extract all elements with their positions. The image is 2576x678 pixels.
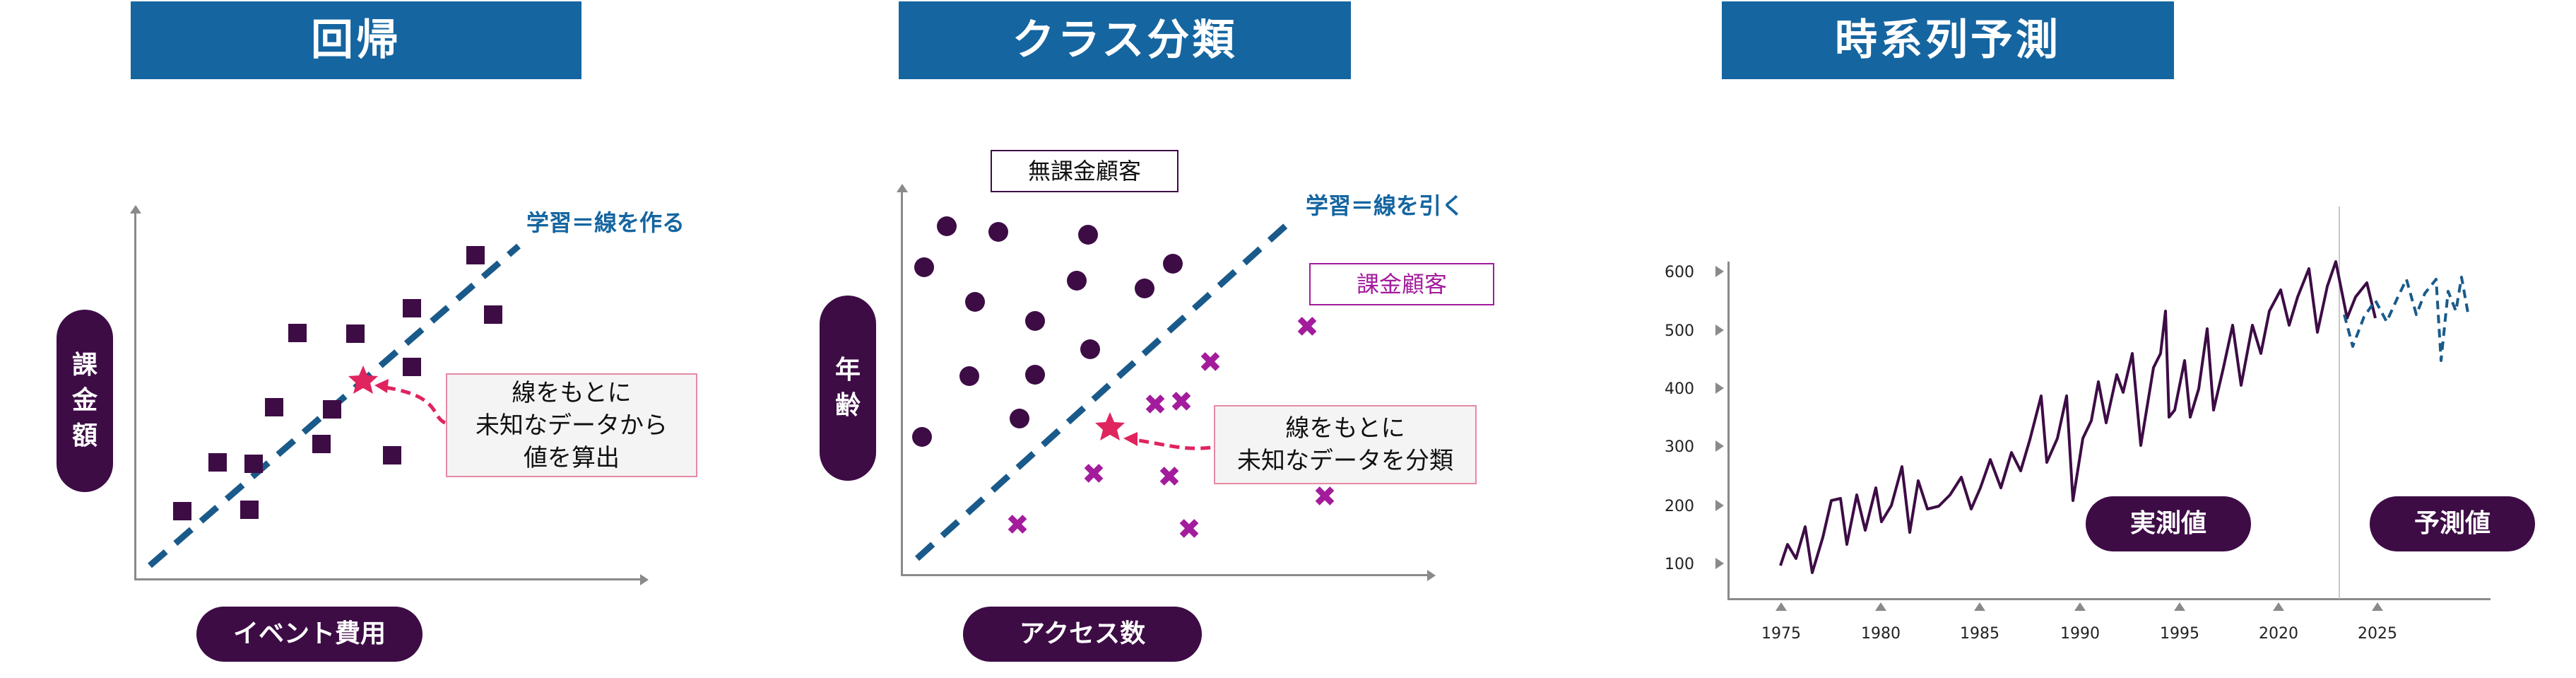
actual-series-line <box>1779 260 2377 574</box>
timeseries-panel: 時系列予測 600 500 400 300 200 100 1975 1980 … <box>0 0 2576 678</box>
actual-values-label: 実測値 <box>2086 496 2251 551</box>
forecast-values-label: 予測値 <box>2370 496 2535 551</box>
timeseries-plot <box>1779 260 2470 574</box>
